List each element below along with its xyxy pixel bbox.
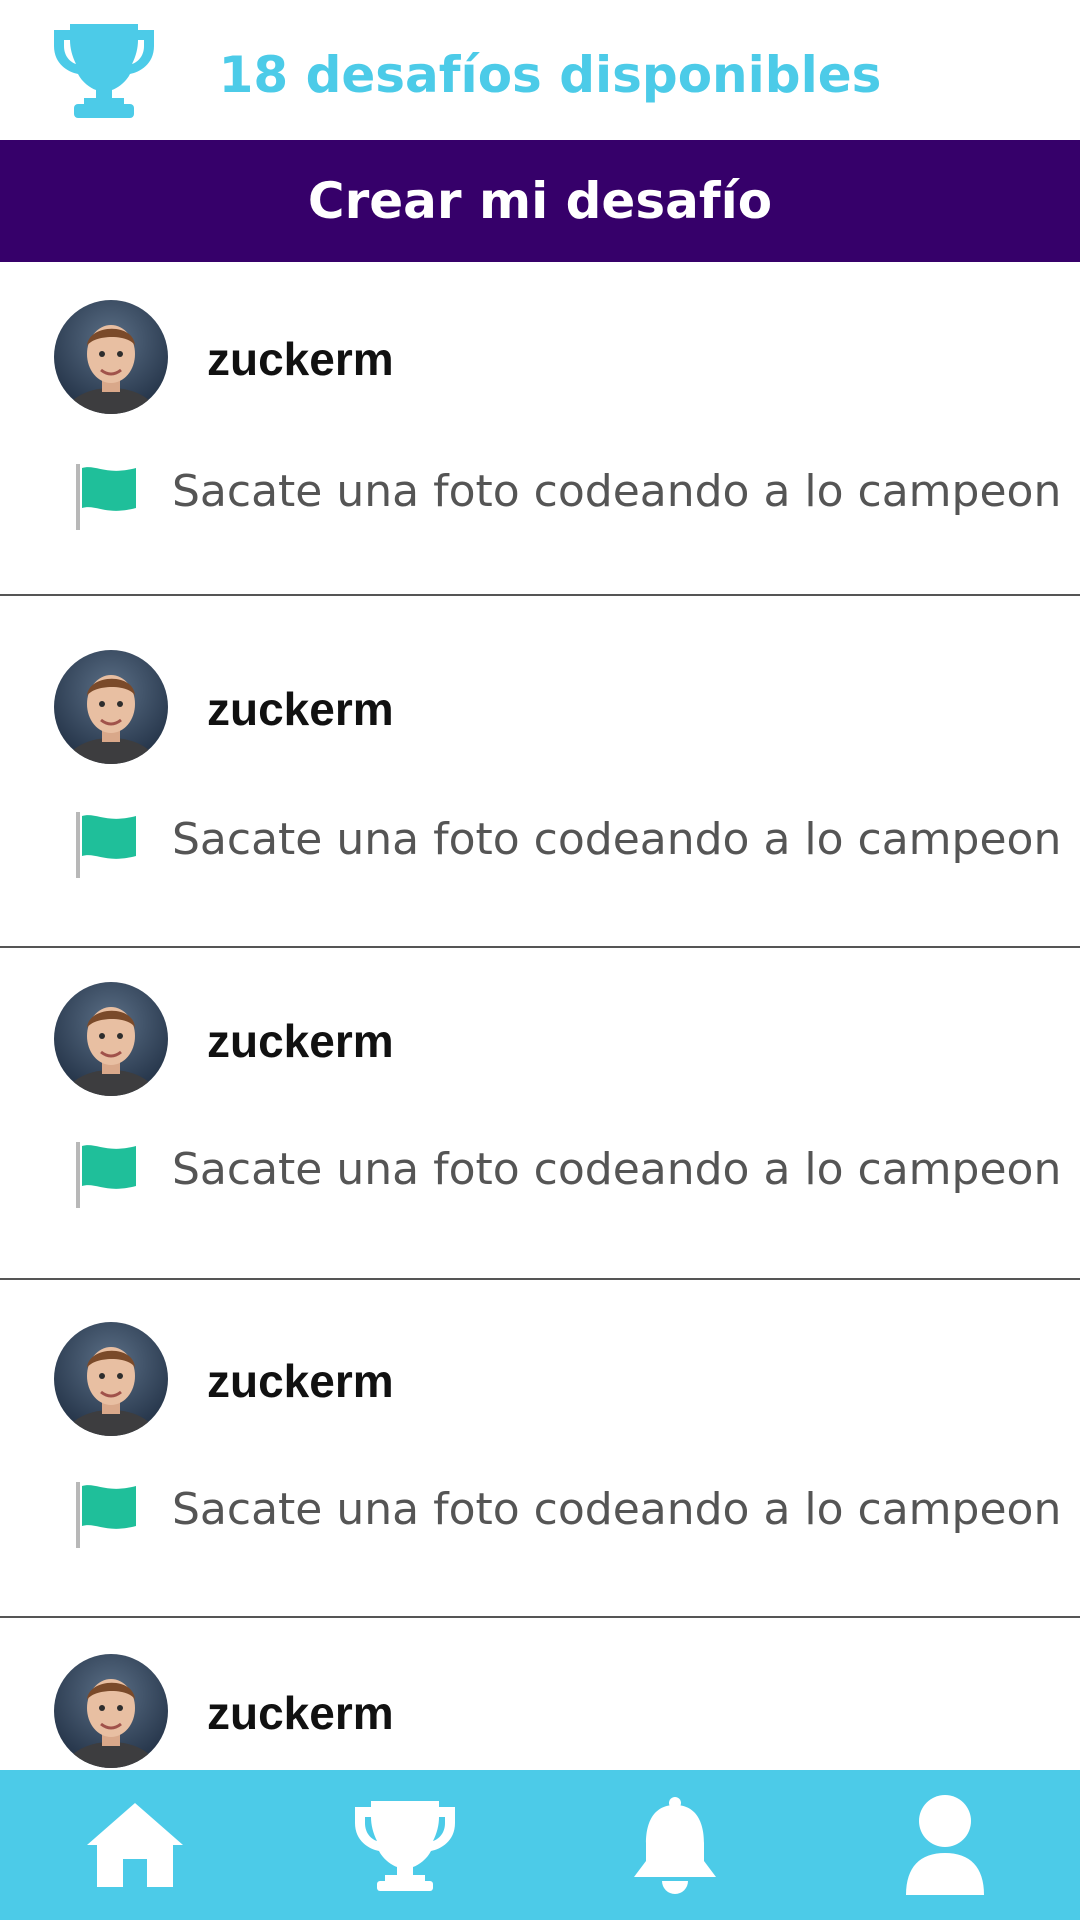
avatar[interactable] xyxy=(54,982,168,1096)
avatar[interactable] xyxy=(54,1654,168,1768)
avatar[interactable] xyxy=(54,300,168,414)
bell-icon xyxy=(634,1797,716,1894)
top-header: 18 desafíos disponibles xyxy=(0,0,1080,140)
tab-challenges[interactable] xyxy=(270,1770,540,1920)
flag-icon xyxy=(76,1142,136,1208)
flag-icon xyxy=(76,812,136,878)
challenge-card[interactable]: zuckerm xyxy=(0,1618,1080,1770)
challenge-text: Sacate una foto codeando a lo campeon xyxy=(172,1144,1062,1195)
username[interactable]: zuckerm xyxy=(207,1354,394,1408)
page-title: 18 desafíos disponibles xyxy=(218,46,882,104)
user-photo xyxy=(65,1347,157,1436)
tab-home[interactable] xyxy=(0,1770,270,1920)
challenge-card[interactable]: zuckerm Sacate una foto codeando a lo ca… xyxy=(0,948,1080,1280)
trophy-icon xyxy=(54,24,154,118)
flag-icon xyxy=(76,1482,136,1548)
bottom-tab-bar xyxy=(0,1770,1080,1920)
tab-notifications[interactable] xyxy=(540,1770,810,1920)
username[interactable]: zuckerm xyxy=(207,682,394,736)
challenge-feed: zuckerm Sacate una foto codeando a lo ca… xyxy=(0,262,1080,1770)
challenge-card[interactable]: zuckerm Sacate una foto codeando a lo ca… xyxy=(0,1280,1080,1618)
avatar[interactable] xyxy=(54,650,168,764)
user-photo xyxy=(65,1007,157,1096)
challenge-card[interactable]: zuckerm Sacate una foto codeando a lo ca… xyxy=(0,262,1080,596)
challenge-card[interactable]: zuckerm Sacate una foto codeando a lo ca… xyxy=(0,596,1080,948)
challenge-text: Sacate una foto codeando a lo campeon xyxy=(172,814,1062,865)
challenge-text: Sacate una foto codeando a lo campeon xyxy=(172,466,1062,517)
avatar[interactable] xyxy=(54,1322,168,1436)
username[interactable]: zuckerm xyxy=(207,332,394,386)
user-photo xyxy=(65,1679,157,1768)
home-icon xyxy=(87,1803,183,1887)
tab-profile[interactable] xyxy=(810,1770,1080,1920)
username[interactable]: zuckerm xyxy=(207,1686,394,1740)
flag-icon xyxy=(76,464,136,530)
username[interactable]: zuckerm xyxy=(207,1014,394,1068)
trophy-icon xyxy=(355,1801,455,1891)
create-challenge-button[interactable]: Crear mi desafío xyxy=(0,140,1080,262)
user-photo xyxy=(65,325,157,414)
user-icon xyxy=(906,1795,984,1895)
user-photo xyxy=(65,675,157,764)
challenge-text: Sacate una foto codeando a lo campeon xyxy=(172,1484,1062,1535)
